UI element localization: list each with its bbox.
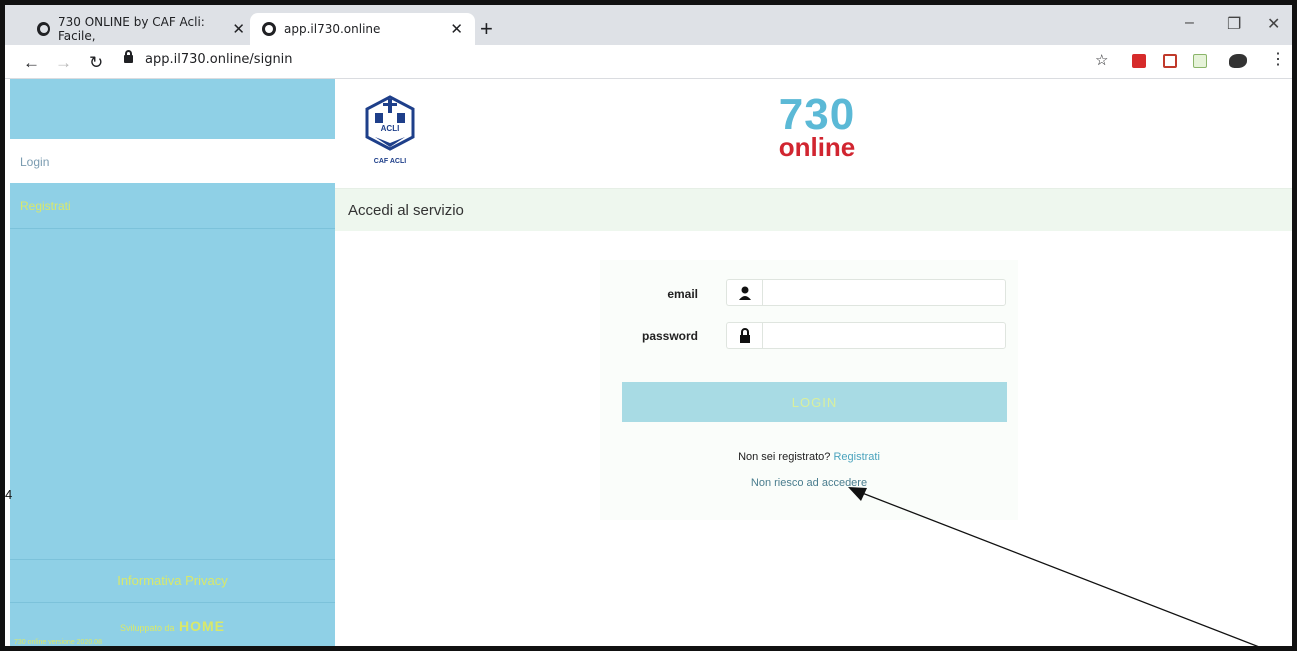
screenshot-frame: 730 ONLINE by CAF Acli: Facile, ✕ app.il… (0, 0, 1297, 651)
annotation-arrow (848, 487, 1259, 646)
